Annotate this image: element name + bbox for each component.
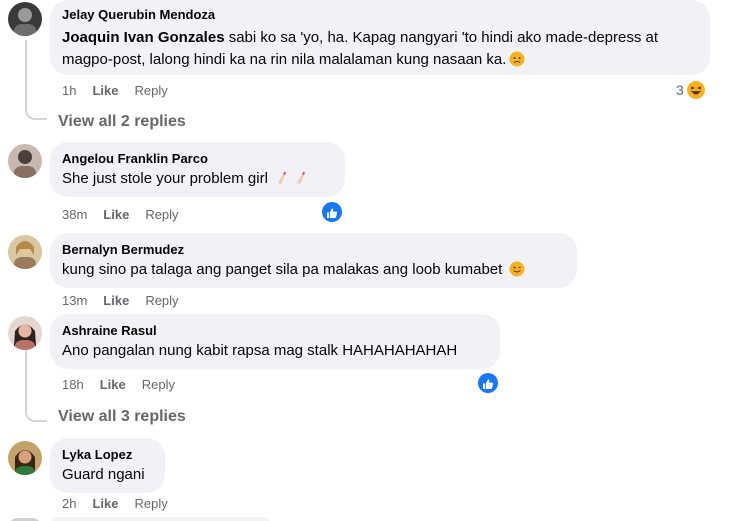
- comment-timestamp[interactable]: 1h: [62, 83, 76, 98]
- thumbs-up-icon: [326, 206, 338, 218]
- like-button[interactable]: Like: [100, 377, 126, 392]
- comment-actions: 2h Like Reply: [62, 495, 168, 511]
- avatar[interactable]: [8, 2, 42, 36]
- comment-text-line: kung sino pa talaga ang panget sila pa m…: [62, 261, 503, 278]
- comment-bubble-partial: [50, 517, 272, 521]
- nail-polish-emoji-icon: [294, 170, 310, 186]
- comment-bubble: Bernalyn Bermudez kung sino pa talaga an…: [50, 233, 577, 288]
- comment-bubble: Lyka Lopez Guard ngani: [50, 438, 165, 493]
- reaction-count: 3: [676, 82, 684, 98]
- tongue-out-emoji-icon: [509, 261, 525, 277]
- comment-author[interactable]: Angelou Franklin Parco: [62, 150, 333, 167]
- avatar[interactable]: [8, 235, 42, 269]
- haha-emoji-icon: [685, 80, 706, 100]
- thread-connector: [25, 390, 47, 422]
- comment-text: Ano pangalan nung kabit rapsa mag stalk …: [62, 342, 458, 359]
- comment-actions: 18h Like Reply: [62, 376, 175, 392]
- comment-text: magpo-post, lalong hindi ka na rin nila …: [62, 49, 698, 70]
- thumbs-up-icon: [482, 377, 494, 389]
- comment-text: She just stole your problem girl: [62, 168, 333, 189]
- view-replies-link[interactable]: View all 3 replies: [58, 408, 186, 426]
- like-reaction-badge[interactable]: [477, 372, 499, 394]
- comment-text: Guard ngani: [62, 466, 145, 483]
- view-replies-link[interactable]: View all 2 replies: [58, 113, 186, 131]
- thread-line: [25, 350, 27, 390]
- avatar[interactable]: [8, 441, 42, 475]
- reply-button[interactable]: Reply: [145, 293, 178, 308]
- like-reaction-badge[interactable]: [321, 201, 343, 223]
- comment-text: kung sino pa talaga ang panget sila pa m…: [62, 259, 565, 280]
- comment-author[interactable]: Lyka Lopez: [62, 446, 153, 463]
- mention-link[interactable]: Joaquin Ivan Gonzales: [62, 29, 225, 46]
- comment-timestamp[interactable]: 18h: [62, 377, 84, 392]
- sad-emoji-icon: [509, 51, 525, 67]
- comment-actions: 38m Like Reply: [62, 206, 179, 222]
- reply-button[interactable]: Reply: [145, 207, 178, 222]
- reply-button[interactable]: Reply: [134, 83, 167, 98]
- comment-timestamp[interactable]: 38m: [62, 207, 87, 222]
- comment-bubble: Ashraine Rasul Ano pangalan nung kabit r…: [50, 314, 500, 369]
- comment-timestamp[interactable]: 2h: [62, 496, 76, 511]
- comment-bubble: Angelou Franklin Parco She just stole yo…: [50, 142, 345, 197]
- reply-button[interactable]: Reply: [134, 496, 167, 511]
- comment-actions: 1h Like Reply: [62, 82, 168, 98]
- comment-author[interactable]: Ashraine Rasul: [62, 322, 488, 339]
- comment-text-line: sabi ko sa 'yo, ha. Kapag nangyari 'to h…: [228, 29, 659, 46]
- thread-connector: [25, 80, 47, 120]
- like-button[interactable]: Like: [92, 83, 118, 98]
- reaction-summary[interactable]: 3: [676, 80, 706, 100]
- reply-button[interactable]: Reply: [142, 377, 175, 392]
- like-button[interactable]: Like: [92, 496, 118, 511]
- nail-polish-emoji-icon: [275, 170, 291, 186]
- comment-text-line: She just stole your problem girl: [62, 170, 268, 187]
- comment-text: Joaquin Ivan Gonzales sabi ko sa 'yo, ha…: [62, 27, 698, 48]
- thread-line: [25, 40, 27, 80]
- comment-author[interactable]: Jelay Querubin Mendoza: [62, 6, 698, 23]
- comment-timestamp[interactable]: 13m: [62, 293, 87, 308]
- like-button[interactable]: Like: [103, 207, 129, 222]
- avatar[interactable]: [8, 144, 42, 178]
- comment-text-line: magpo-post, lalong hindi ka na rin nila …: [62, 51, 507, 68]
- comment-bubble: Jelay Querubin Mendoza Joaquin Ivan Gonz…: [50, 0, 710, 75]
- comment-author[interactable]: Bernalyn Bermudez: [62, 241, 565, 258]
- like-button[interactable]: Like: [103, 293, 129, 308]
- comment-actions: 13m Like Reply: [62, 292, 179, 308]
- avatar[interactable]: [8, 316, 42, 350]
